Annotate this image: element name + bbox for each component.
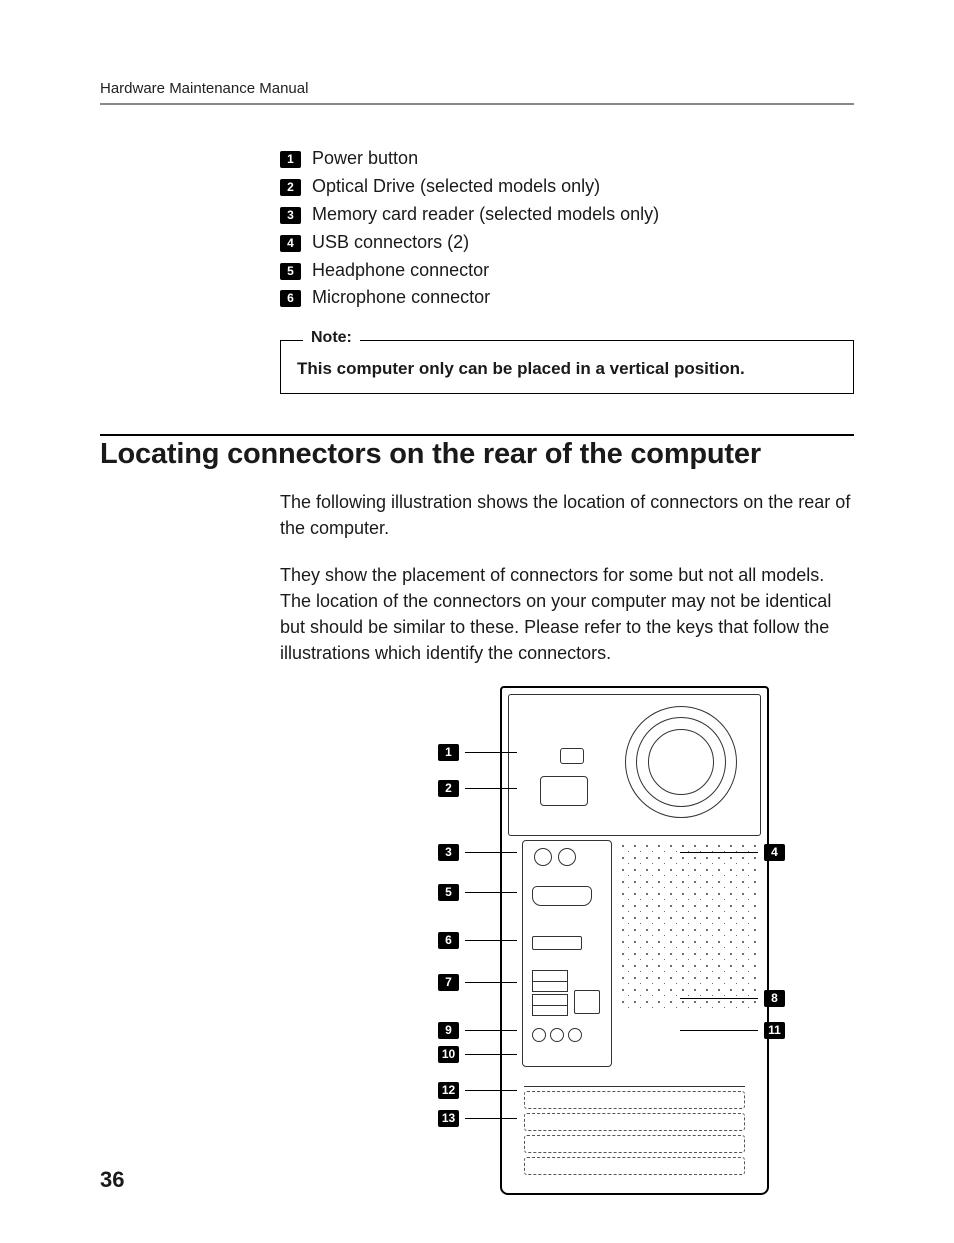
leader-line xyxy=(465,892,517,894)
expansion-slots xyxy=(524,1086,745,1173)
list-label: Headphone connector xyxy=(312,260,489,280)
rear-connectors-figure: 1 2 3 5 6 7 9 10 12 13 4 8 11 xyxy=(380,686,800,1196)
list-label: Optical Drive (selected models only) xyxy=(312,176,600,196)
num-badge: 3 xyxy=(438,844,459,861)
callout: 9 xyxy=(438,1022,517,1039)
leader-line xyxy=(680,852,758,854)
num-badge: 6 xyxy=(280,290,301,307)
list-label: Memory card reader (selected models only… xyxy=(312,204,659,224)
note-box: Note: This computer only can be placed i… xyxy=(280,340,854,394)
callout: 8 xyxy=(680,990,785,1007)
num-badge: 10 xyxy=(438,1046,459,1063)
callout: 13 xyxy=(438,1110,517,1127)
psu-fan-icon xyxy=(625,706,737,818)
num-badge: 11 xyxy=(764,1022,785,1039)
num-badge: 7 xyxy=(438,974,459,991)
list-label: Power button xyxy=(312,148,418,168)
num-badge: 13 xyxy=(438,1110,459,1127)
num-badge: 1 xyxy=(438,744,459,761)
section-paragraph: The following illustration shows the loc… xyxy=(280,489,854,541)
callout: 3 xyxy=(438,844,517,861)
chassis-outline xyxy=(500,686,769,1195)
audio-jack-icon xyxy=(568,1028,582,1042)
callout: 5 xyxy=(438,884,517,901)
voltage-switch-icon xyxy=(560,748,584,764)
pci-slot-icon xyxy=(524,1113,745,1131)
manual-page: Hardware Maintenance Manual 1 Power butt… xyxy=(0,0,954,1243)
leader-line xyxy=(465,788,517,790)
running-header: Hardware Maintenance Manual xyxy=(100,80,854,97)
list-label: Microphone connector xyxy=(312,287,490,307)
num-badge: 2 xyxy=(280,179,301,196)
leader-line xyxy=(465,852,517,854)
header-rule xyxy=(100,103,854,105)
num-badge: 5 xyxy=(438,884,459,901)
callout: 4 xyxy=(680,844,785,861)
list-item: 4 USB connectors (2) xyxy=(280,229,854,257)
pci-slot-icon xyxy=(524,1135,745,1153)
pci-slot-icon xyxy=(524,1091,745,1109)
num-badge: 6 xyxy=(438,932,459,949)
front-connectors-list: 1 Power button 2 Optical Drive (selected… xyxy=(280,145,854,312)
leader-line xyxy=(465,982,517,984)
section-rule xyxy=(100,434,854,436)
num-badge: 12 xyxy=(438,1082,459,1099)
leader-line xyxy=(465,752,517,754)
list-item: 5 Headphone connector xyxy=(280,257,854,285)
hdmi-port-icon xyxy=(532,936,582,950)
usb-ports-icon xyxy=(532,994,568,1016)
num-badge: 3 xyxy=(280,207,301,224)
num-badge: 4 xyxy=(764,844,785,861)
ps2-port-icon xyxy=(558,848,576,866)
list-item: 2 Optical Drive (selected models only) xyxy=(280,173,854,201)
ps2-port-icon xyxy=(534,848,552,866)
callout: 2 xyxy=(438,780,517,797)
leader-line xyxy=(465,1090,517,1092)
usb-ports-icon xyxy=(532,970,568,992)
power-inlet-icon xyxy=(540,776,588,806)
leader-line xyxy=(465,940,517,942)
num-badge: 8 xyxy=(764,990,785,1007)
pci-slot-icon xyxy=(524,1157,745,1175)
note-label: Note: xyxy=(303,329,360,347)
audio-jack-icon xyxy=(532,1028,546,1042)
list-label: USB connectors (2) xyxy=(312,232,469,252)
callout: 6 xyxy=(438,932,517,949)
vga-port-icon xyxy=(532,886,592,906)
list-item: 1 Power button xyxy=(280,145,854,173)
list-item: 3 Memory card reader (selected models on… xyxy=(280,201,854,229)
section-heading: Locating connectors on the rear of the c… xyxy=(100,438,854,471)
ethernet-port-icon xyxy=(574,990,600,1014)
callout: 12 xyxy=(438,1082,517,1099)
page-number: 36 xyxy=(100,1167,124,1193)
vent-grill-icon xyxy=(617,840,757,1010)
num-badge: 2 xyxy=(438,780,459,797)
leader-line xyxy=(680,1030,758,1032)
note-text: This computer only can be placed in a ve… xyxy=(297,359,745,378)
audio-jack-icon xyxy=(550,1028,564,1042)
num-badge: 5 xyxy=(280,263,301,280)
section-paragraph: They show the placement of connectors fo… xyxy=(280,562,854,666)
callout: 10 xyxy=(438,1046,517,1063)
list-item: 6 Microphone connector xyxy=(280,284,854,312)
callout: 11 xyxy=(680,1022,785,1039)
leader-line xyxy=(465,1054,517,1056)
num-badge: 4 xyxy=(280,235,301,252)
leader-line xyxy=(465,1118,517,1120)
leader-line xyxy=(680,998,758,1000)
callout: 7 xyxy=(438,974,517,991)
num-badge: 1 xyxy=(280,151,301,168)
leader-line xyxy=(465,1030,517,1032)
callout: 1 xyxy=(438,744,517,761)
num-badge: 9 xyxy=(438,1022,459,1039)
